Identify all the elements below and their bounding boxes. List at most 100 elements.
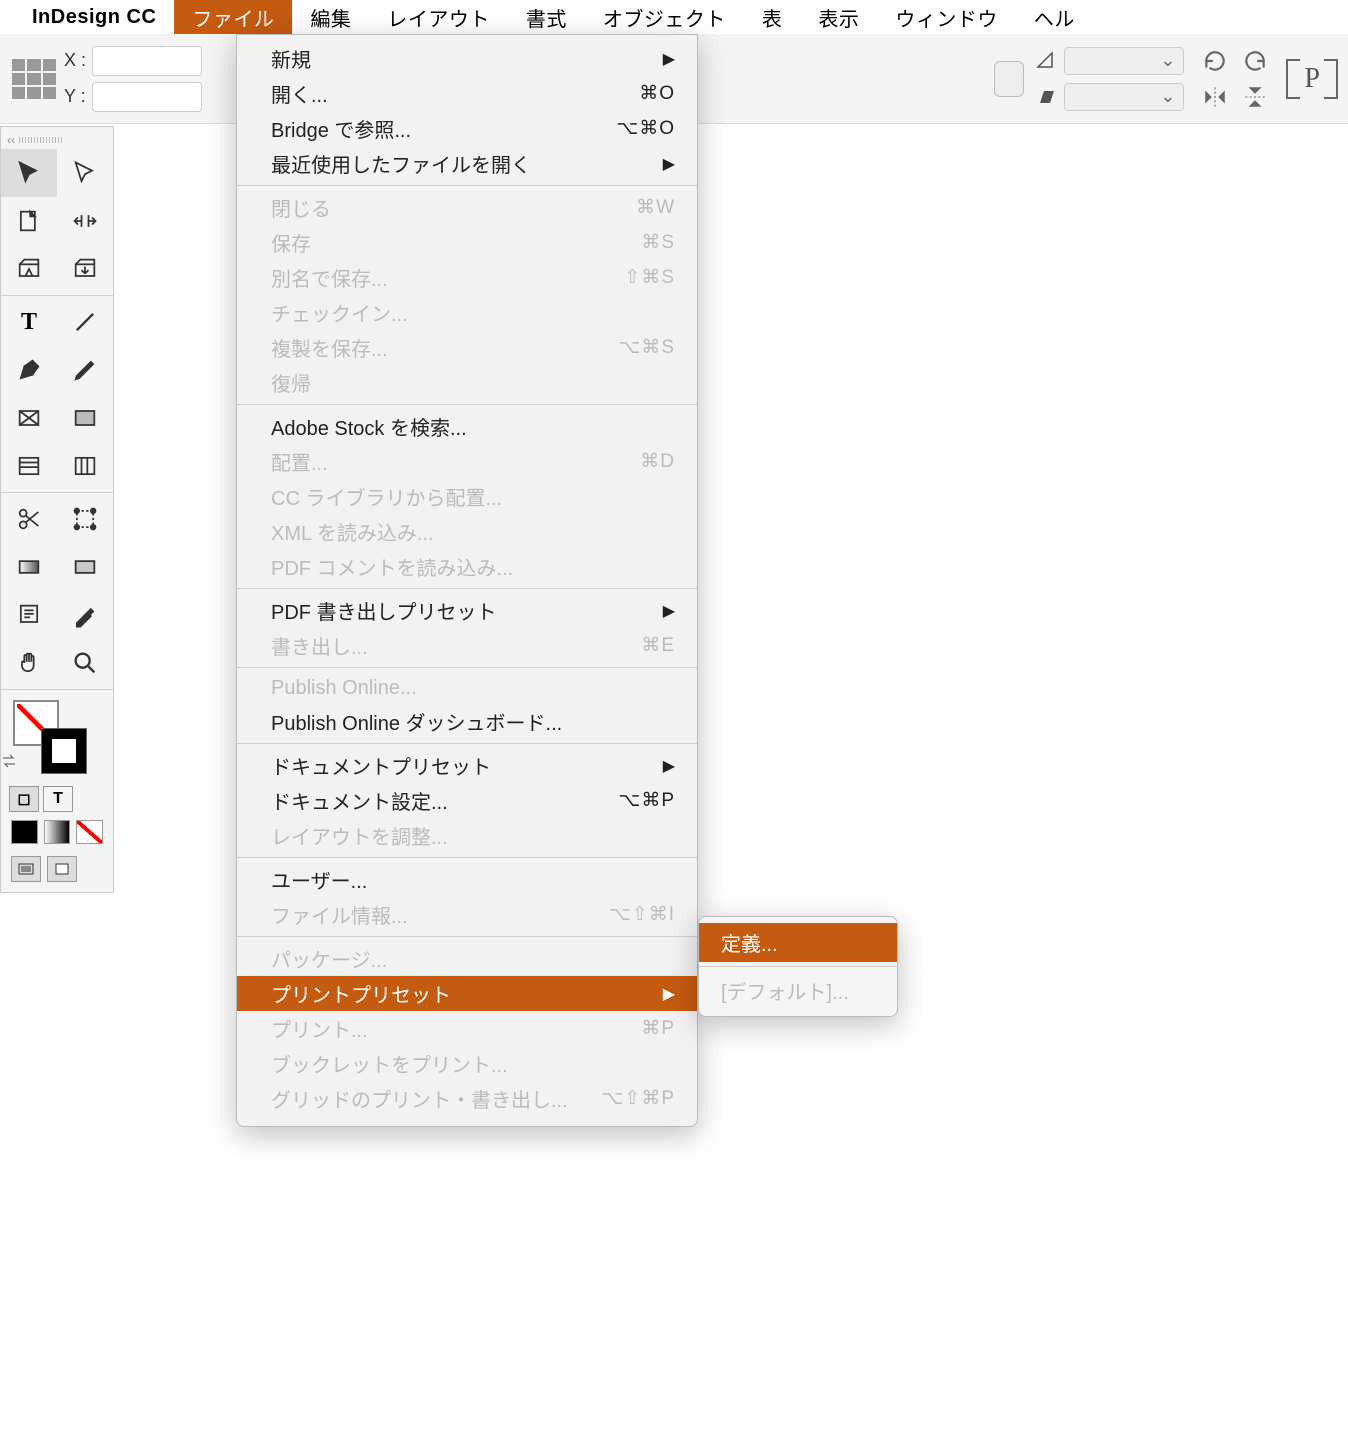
- file-menu-item[interactable]: プリントプリセット▶: [237, 976, 697, 1011]
- reference-point-widget[interactable]: [12, 59, 56, 99]
- menu-item-label: 復帰: [271, 368, 311, 397]
- menu-item-label: プリントプリセット: [271, 979, 451, 1008]
- formatting-text-button[interactable]: T: [43, 786, 73, 812]
- page-tool[interactable]: [1, 197, 57, 245]
- menu-item-label: Adobe Stock を検索...: [271, 412, 467, 441]
- apply-color-swatch[interactable]: [11, 820, 38, 844]
- file-menu-item[interactable]: 新規▶: [237, 41, 697, 76]
- menu-item-label: プリント...: [271, 1014, 368, 1043]
- direct-selection-tool[interactable]: [57, 149, 113, 197]
- file-menu-item[interactable]: Bridge で参照...⌥⌘O: [237, 111, 697, 146]
- file-menu-item[interactable]: 開く...⌘O: [237, 76, 697, 111]
- flip-horizontal-icon[interactable]: [1202, 84, 1228, 110]
- apply-none-swatch[interactable]: [76, 820, 103, 844]
- menu-shortcut: ⌘E: [641, 634, 675, 657]
- eyedropper-tool[interactable]: [57, 591, 113, 639]
- bracket-left-icon: [1286, 59, 1300, 99]
- submenu-default[interactable]: [デフォルト]...: [699, 971, 897, 1010]
- file-menu-item[interactable]: PDF 書き出しプリセット▶: [237, 593, 697, 628]
- type-tool[interactable]: T: [1, 298, 57, 346]
- shear-select[interactable]: [1064, 83, 1184, 111]
- content-collector-tool[interactable]: [1, 245, 57, 293]
- menu-item-label: ファイル情報...: [271, 900, 408, 929]
- pencil-tool[interactable]: [57, 346, 113, 394]
- rotate-select[interactable]: [1064, 47, 1184, 75]
- menu-window[interactable]: ウィンドウ: [877, 0, 1016, 34]
- normal-view-button[interactable]: [11, 856, 41, 882]
- apply-gradient-swatch[interactable]: [44, 820, 71, 844]
- menu-item-label: 新規: [271, 44, 311, 73]
- zoom-tool[interactable]: [57, 639, 113, 687]
- pen-tool[interactable]: [1, 346, 57, 394]
- menu-item-label: Publish Online...: [271, 677, 417, 700]
- stroke-color-box[interactable]: [41, 728, 87, 774]
- line-tool[interactable]: [57, 298, 113, 346]
- file-menu-item: プリント... ⌘P: [237, 1011, 697, 1046]
- menu-item-label: 配置...: [271, 447, 328, 476]
- file-menu-item: グリッドのプリント・書き出し...⌥⇧⌘P: [237, 1081, 697, 1116]
- rotate-angle-icon: [1036, 51, 1056, 71]
- menu-layout[interactable]: レイアウト: [369, 0, 508, 34]
- file-menu-item[interactable]: ドキュメント設定...⌥⌘P: [237, 783, 697, 818]
- menu-item-label: PDF コメントを読み込み...: [271, 552, 513, 581]
- note-tool[interactable]: [1, 591, 57, 639]
- free-transform-tool[interactable]: [57, 495, 113, 543]
- menu-edit[interactable]: 編集: [292, 0, 369, 34]
- menu-item-label: ブックレットをプリント...: [271, 1049, 508, 1078]
- file-menu-item[interactable]: 最近使用したファイルを開く▶: [237, 146, 697, 181]
- corner-button[interactable]: [994, 61, 1024, 97]
- horizontal-grid-tool[interactable]: [1, 442, 57, 490]
- menu-view[interactable]: 表示: [800, 0, 877, 34]
- formatting-container-button[interactable]: ◻: [9, 786, 39, 812]
- rotate-cw-icon[interactable]: [1202, 48, 1228, 74]
- file-menu-item: 複製を保存... ⌥⌘S: [237, 330, 697, 365]
- menu-item-label: XML を読み込み...: [271, 517, 434, 546]
- gap-tool[interactable]: [57, 197, 113, 245]
- file-menu-item[interactable]: ドキュメントプリセット▶: [237, 748, 697, 783]
- file-menu-item: CC ライブラリから配置...: [237, 479, 697, 514]
- file-menu-item[interactable]: Adobe Stock を検索...: [237, 409, 697, 444]
- file-menu-item[interactable]: ユーザー...: [237, 862, 697, 897]
- menu-item-label: 複製を保存...: [271, 333, 388, 362]
- scissors-tool[interactable]: [1, 495, 57, 543]
- rectangle-frame-tool[interactable]: [1, 394, 57, 442]
- swap-fill-stroke-icon[interactable]: [1, 754, 17, 768]
- menu-type[interactable]: 書式: [508, 0, 585, 34]
- vertical-grid-tool[interactable]: [57, 442, 113, 490]
- menu-item-label: 閉じる: [271, 193, 331, 222]
- hand-tool[interactable]: [1, 639, 57, 687]
- file-menu-item[interactable]: Publish Online ダッシュボード...: [237, 704, 697, 739]
- tools-panel-header[interactable]: ‹‹: [1, 131, 113, 149]
- menu-table[interactable]: 表: [744, 0, 801, 34]
- menu-item-label: 保存: [271, 228, 311, 257]
- file-menu-item: パッケージ...: [237, 941, 697, 976]
- preview-view-button[interactable]: [47, 856, 77, 882]
- character-panel-icon[interactable]: P: [1304, 63, 1320, 95]
- selection-tool[interactable]: [1, 149, 57, 197]
- menu-separator: [237, 936, 697, 937]
- gradient-feather-tool[interactable]: [57, 543, 113, 591]
- menu-item-label: 書き出し...: [271, 631, 368, 660]
- menu-object[interactable]: オブジェクト: [585, 0, 744, 34]
- menu-shortcut: ⌥⇧⌘P: [602, 1087, 676, 1110]
- submenu-define[interactable]: 定義...: [699, 923, 897, 962]
- menu-item-label: 開く...: [271, 79, 328, 108]
- menu-shortcut: ⌘P: [641, 1017, 675, 1040]
- menu-help[interactable]: ヘル: [1016, 0, 1093, 34]
- menu-item-label: レイアウトを調整...: [271, 821, 448, 850]
- y-input[interactable]: [92, 82, 202, 112]
- menu-shortcut: ⌥⌘S: [618, 336, 675, 359]
- app-name[interactable]: InDesign CC: [32, 6, 156, 29]
- rotate-ccw-icon[interactable]: [1242, 48, 1268, 74]
- x-input[interactable]: [92, 46, 202, 76]
- menu-item-label: 別名で保存...: [271, 263, 388, 292]
- menu-item-label: ユーザー...: [271, 865, 367, 894]
- flip-vertical-icon[interactable]: [1242, 84, 1268, 110]
- rectangle-tool[interactable]: [57, 394, 113, 442]
- submenu-arrow-icon: ▶: [663, 154, 675, 174]
- menu-shortcut: ⌘S: [641, 231, 675, 254]
- gradient-swatch-tool[interactable]: [1, 543, 57, 591]
- file-menu-item: 別名で保存...⇧⌘S: [237, 260, 697, 295]
- content-placer-tool[interactable]: [57, 245, 113, 293]
- menu-file[interactable]: ファイル: [174, 0, 292, 34]
